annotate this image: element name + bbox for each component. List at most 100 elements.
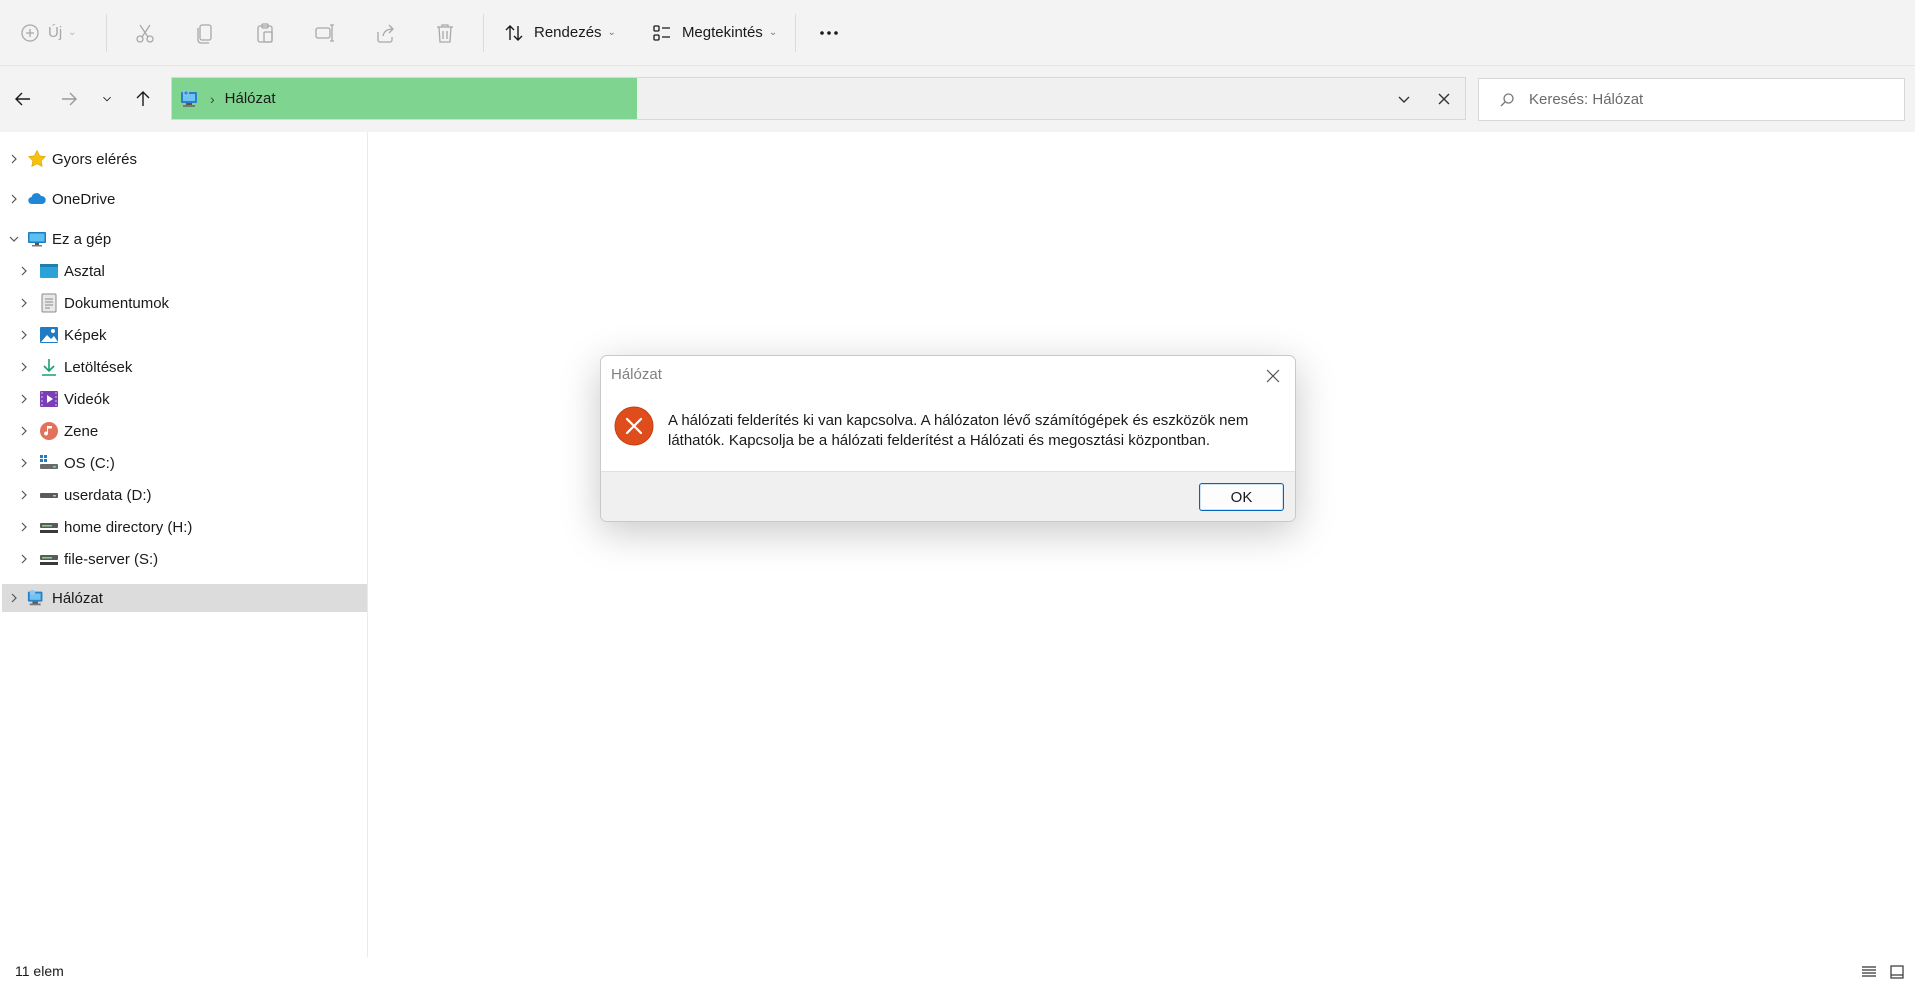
back-button[interactable] [6,82,40,116]
chevron-right-icon[interactable] [8,194,20,204]
star-icon [26,148,48,170]
sidebar-item-label: Hálózat [52,589,103,607]
sort-button[interactable]: Rendezés ⌄ [504,13,616,53]
more-options-button[interactable] [804,13,854,53]
clipboard-icon [257,22,273,43]
status-bar: 11 elem [0,957,1915,985]
error-icon [614,406,654,446]
sidebar-item-documents[interactable]: Dokumentumok [0,289,367,317]
details-view-button[interactable] [1858,961,1880,983]
chevron-right-icon[interactable] [18,522,30,532]
address-bar[interactable]: › Hálózat [171,77,1466,120]
chevron-right-icon[interactable] [8,154,20,164]
breadcrumb-item-network[interactable]: Hálózat [225,90,276,107]
copy-button[interactable] [175,13,235,53]
chevron-down-icon: ⌄ [607,27,616,38]
sort-arrows-icon [505,24,523,41]
view-list-icon [653,24,670,41]
sidebar-item-onedrive[interactable]: OneDrive [0,185,367,213]
toolbar-divider [106,13,107,52]
forward-button[interactable] [52,82,86,116]
chevron-right-icon[interactable] [18,426,30,436]
new-button[interactable]: Új ⌄ [20,13,90,53]
delete-button[interactable] [415,13,475,53]
sidebar-item-label: Ez a gép [52,230,112,248]
network-drive-icon [38,516,60,538]
sidebar-item-label: Gyors elérés [52,150,138,168]
sidebar-item-home-directory[interactable]: home directory (H:) [0,513,367,541]
sidebar-item-label: home directory (H:) [64,518,193,536]
drive-icon [38,484,60,506]
sidebar-item-music[interactable]: Zene [0,417,367,445]
sidebar-item-file-server[interactable]: file-server (S:) [0,545,367,573]
sidebar-item-userdata-drive[interactable]: userdata (D:) [0,481,367,509]
trash-icon [437,23,453,43]
stop-loading-button[interactable] [1424,78,1464,119]
os-drive-icon [38,452,60,474]
chevron-right-icon[interactable] [18,554,30,564]
up-button[interactable] [126,82,160,116]
arrow-right-icon [62,92,77,106]
sidebar-item-label: Zene [64,422,99,440]
ok-button[interactable]: OK [1199,483,1284,511]
sidebar-item-desktop[interactable]: Asztal [0,257,367,285]
close-icon [1438,93,1450,104]
chevron-down-icon[interactable] [8,234,20,244]
sidebar-item-this-pc[interactable]: Ez a gép [0,225,367,253]
sidebar-item-label: userdata (D:) [64,486,152,504]
large-icons-view-icon [1890,965,1904,979]
chevron-right-icon[interactable] [18,394,30,404]
chevron-down-icon: ⌄ [768,27,778,38]
navigation-pane: Gyors elérés OneDrive Ez a gép Asztal Do… [0,132,368,957]
sidebar-item-quick-access[interactable]: Gyors elérés [0,145,367,173]
chevron-right-icon[interactable] [18,362,30,372]
dialog-close-button[interactable] [1259,362,1287,390]
recent-locations-button[interactable] [92,82,122,116]
rename-button[interactable] [295,13,355,53]
plus-circle-icon [21,23,39,42]
share-button[interactable] [355,13,415,53]
view-button[interactable]: Megtekintés ⌄ [652,13,777,53]
chevron-right-icon[interactable] [18,266,30,276]
sidebar-item-os-drive[interactable]: OS (C:) [0,449,367,477]
dialog-footer: OK [601,471,1295,521]
paste-button[interactable] [235,13,295,53]
view-button-label: Megtekintés [681,24,763,41]
sidebar-item-network[interactable]: Hálózat [2,584,367,612]
new-button-label: Új [48,24,63,41]
details-view-icon [1862,966,1876,977]
sort-button-label: Rendezés [534,24,602,41]
more-dots-icon [820,30,839,35]
sidebar-item-label: OneDrive [52,190,116,208]
sidebar-item-label: file-server (S:) [64,550,159,568]
arrow-left-icon [15,92,30,106]
desktop-folder-icon [38,260,60,282]
chevron-right-icon[interactable] [8,593,20,603]
search-input[interactable] [1529,91,1889,108]
large-icons-view-button[interactable] [1886,961,1908,983]
sidebar-item-pictures[interactable]: Képek [0,321,367,349]
arrow-up-icon [136,91,150,106]
toolbar-divider [483,13,484,52]
dialog-message: A hálózati felderítés ki van kapcsolva. … [668,412,1249,449]
copy-icon [197,23,212,44]
sidebar-item-downloads[interactable]: Letöltések [0,353,367,381]
search-icon [1500,92,1514,106]
search-box[interactable] [1478,78,1905,121]
cut-button[interactable] [115,13,175,53]
chevron-right-icon[interactable] [18,458,30,468]
documents-icon [38,292,60,314]
breadcrumb: › Hálózat [180,78,276,119]
sidebar-item-videos[interactable]: Videók [0,385,367,413]
chevron-right-icon[interactable] [18,298,30,308]
scissors-icon [136,24,154,43]
close-icon [1266,369,1280,383]
chevron-right-icon[interactable] [18,330,30,340]
network-icon [26,587,48,609]
chevron-right-icon[interactable] [18,490,30,500]
toolbar-divider [795,13,797,52]
pictures-icon [38,324,60,346]
music-icon [38,420,60,442]
downloads-icon [38,356,60,378]
address-history-button[interactable] [1384,78,1424,119]
